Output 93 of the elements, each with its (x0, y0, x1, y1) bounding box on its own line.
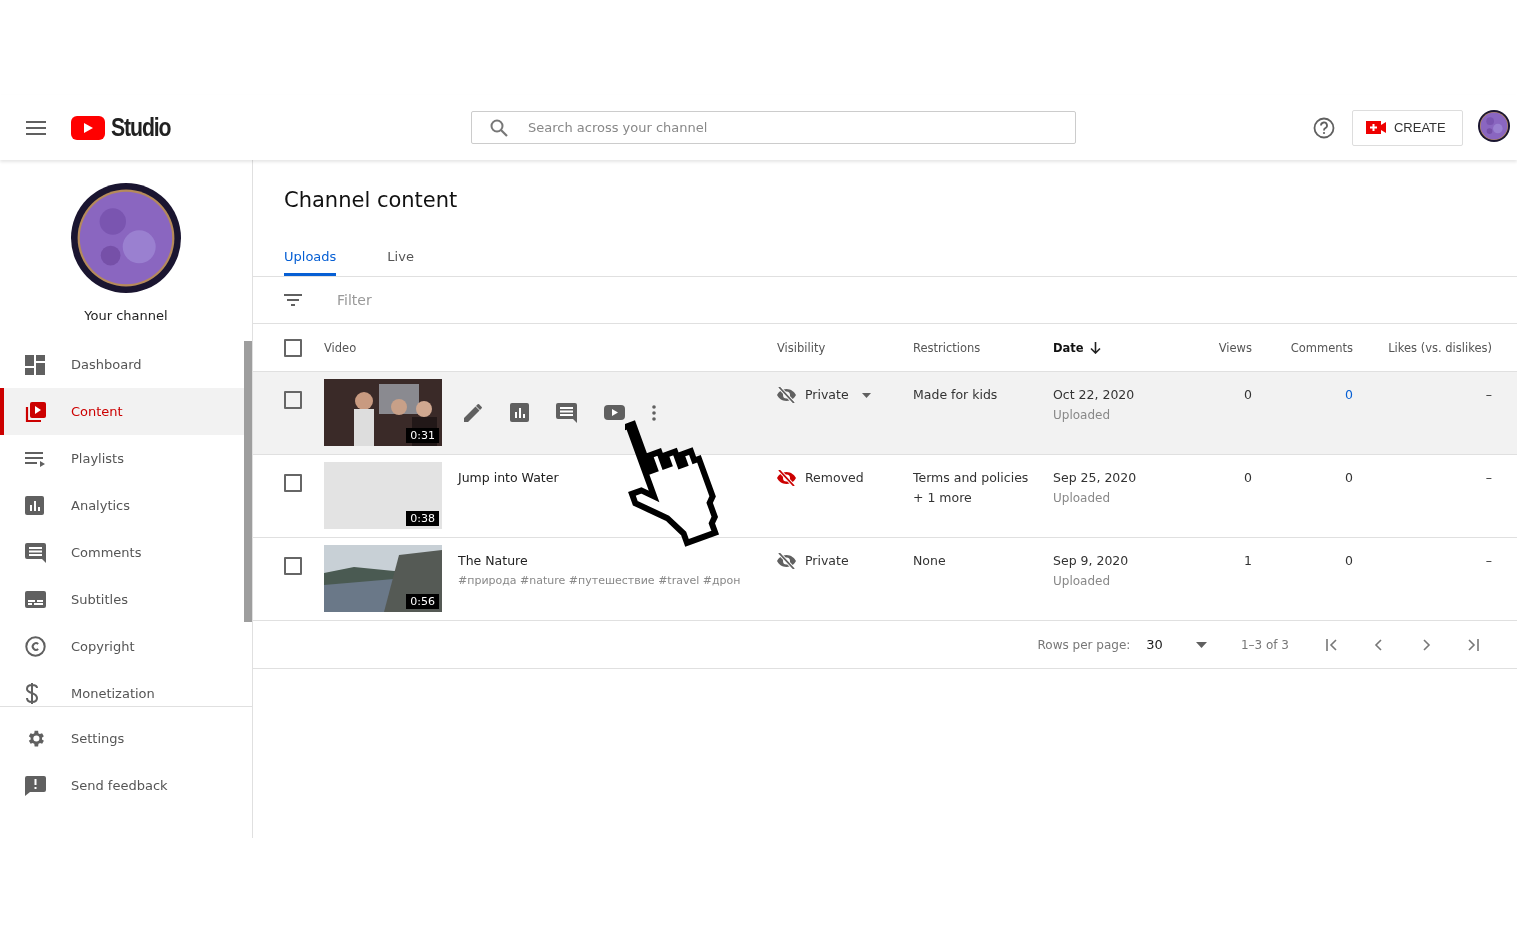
views-count: 1 (1244, 553, 1252, 569)
eye-off-icon (777, 470, 796, 486)
bar-chart-icon[interactable] (510, 403, 529, 422)
play-logo-icon[interactable] (71, 115, 105, 140)
arrow-down-icon[interactable] (1089, 341, 1101, 354)
sidebar-item[interactable]: Copyright (0, 623, 244, 670)
first-page-icon[interactable] (1325, 637, 1339, 652)
sidebar-item[interactable]: Playlists (0, 435, 244, 482)
comment-icon (25, 542, 46, 563)
search-field[interactable]: Search across your channel (470, 111, 1076, 144)
column-header[interactable]: Likes (vs. dislikes) (1388, 340, 1492, 355)
video-title[interactable]: Jump into Water (458, 470, 559, 485)
table-row[interactable]: 0:56 The Nature #природа #nature #путешествие #travel #дрон Private None Sep 9, 2020 Uploaded 1 0 – (253, 537, 1517, 620)
page-title: Channel content (283, 187, 459, 214)
add-video-icon (1365, 121, 1386, 134)
video-library-icon (25, 400, 47, 423)
column-header[interactable]: Date (1053, 340, 1084, 355)
eye-off-icon (777, 387, 796, 403)
comments-count: 0 (1345, 553, 1353, 569)
sidebar-item[interactable]: Content (0, 388, 244, 435)
visibility-label: Private (805, 387, 849, 403)
likes-value: – (1485, 470, 1492, 486)
checkbox[interactable] (284, 338, 302, 357)
restriction-text: None (913, 553, 947, 569)
comments-count: 0 (1345, 470, 1353, 486)
restriction-text: + 1 more (913, 490, 973, 506)
comments-count[interactable]: 0 (1345, 387, 1353, 403)
channel-label[interactable]: Your channel (84, 308, 168, 323)
column-header[interactable]: Comments (1290, 340, 1353, 355)
caret-icon[interactable] (1195, 641, 1207, 648)
avatar-image (1477, 109, 1510, 142)
playlist-icon (25, 450, 45, 467)
column-header[interactable]: Video (324, 340, 357, 355)
checkbox[interactable] (284, 474, 302, 492)
create-button[interactable]: CREATE (1351, 109, 1463, 146)
subtitles-icon (25, 591, 46, 608)
play-icon[interactable] (604, 405, 625, 420)
sidebar-item[interactable]: Analytics (0, 482, 244, 529)
views-count: 0 (1244, 470, 1252, 486)
restriction-text: Made for kids (913, 387, 999, 403)
bar-chart-icon (25, 496, 44, 515)
duration-badge: 0:56 (406, 594, 439, 609)
visibility-label: Private (805, 553, 849, 569)
filter-field[interactable]: Filter (335, 291, 639, 309)
visibility-label: Removed (805, 470, 864, 486)
views-count: 0 (1244, 387, 1252, 403)
tab[interactable]: Uploads (284, 236, 337, 276)
column-header[interactable]: Restrictions (913, 340, 981, 355)
date-text: Oct 22, 2020 (1053, 387, 1136, 403)
caret-icon[interactable] (861, 393, 871, 398)
feedback-icon (25, 775, 46, 796)
table-row[interactable]: 0:31 Private Made for kids Oct 22, 2020 Uploaded 0 0 – (253, 371, 1517, 454)
sidebar-item[interactable]: Send feedback (0, 762, 252, 809)
tab[interactable]: Live (387, 236, 414, 276)
date-note: Uploaded (1053, 490, 1112, 506)
search-icon (489, 118, 508, 137)
checkbox[interactable] (284, 557, 302, 575)
video-description: #природа #nature #путешествие #travel #дрон (458, 574, 741, 587)
date-text: Sep 9, 2020 (1053, 553, 1130, 569)
comment-icon[interactable] (556, 402, 577, 423)
logo-text: Studio (111, 113, 171, 142)
eye-off-icon (777, 553, 796, 569)
scrollbar[interactable] (244, 341, 252, 622)
page-range: 1–3 of 3 (1240, 637, 1289, 652)
date-note: Uploaded (1053, 573, 1112, 589)
dashboard-icon (25, 354, 45, 375)
filter-icon (284, 294, 302, 306)
date-note: Uploaded (1053, 407, 1112, 423)
checkbox[interactable] (284, 391, 302, 409)
likes-value: – (1485, 387, 1492, 403)
rows-per-page-value[interactable]: 30 (1146, 637, 1163, 652)
column-header[interactable]: Visibility (777, 340, 826, 355)
sidebar-item[interactable]: Comments (0, 529, 244, 576)
column-header[interactable]: Views (1218, 340, 1252, 355)
date-text: Sep 25, 2020 (1053, 470, 1138, 486)
search-input[interactable]: Search across your channel (525, 119, 1030, 136)
duration-badge: 0:31 (406, 428, 439, 443)
sidebar-item[interactable]: Monetization (0, 670, 244, 706)
sidebar-item[interactable]: Dashboard (0, 341, 244, 388)
more-icon[interactable] (652, 404, 656, 421)
sidebar-item[interactable]: Settings (0, 715, 252, 762)
menu-icon[interactable] (26, 120, 46, 135)
sidebar-item[interactable]: Subtitles (0, 576, 244, 623)
pencil-icon[interactable] (464, 403, 483, 422)
last-page-icon[interactable] (1466, 637, 1480, 652)
help-icon[interactable] (1312, 116, 1335, 139)
dollar-icon (25, 683, 39, 704)
video-title[interactable]: The Nature (458, 553, 741, 568)
copyright-icon (25, 636, 46, 657)
likes-value: – (1485, 553, 1492, 569)
rows-per-page-label: Rows per page: (1037, 637, 1131, 652)
duration-badge: 0:38 (406, 511, 439, 526)
restriction-text: Terms and policies (913, 470, 1030, 486)
